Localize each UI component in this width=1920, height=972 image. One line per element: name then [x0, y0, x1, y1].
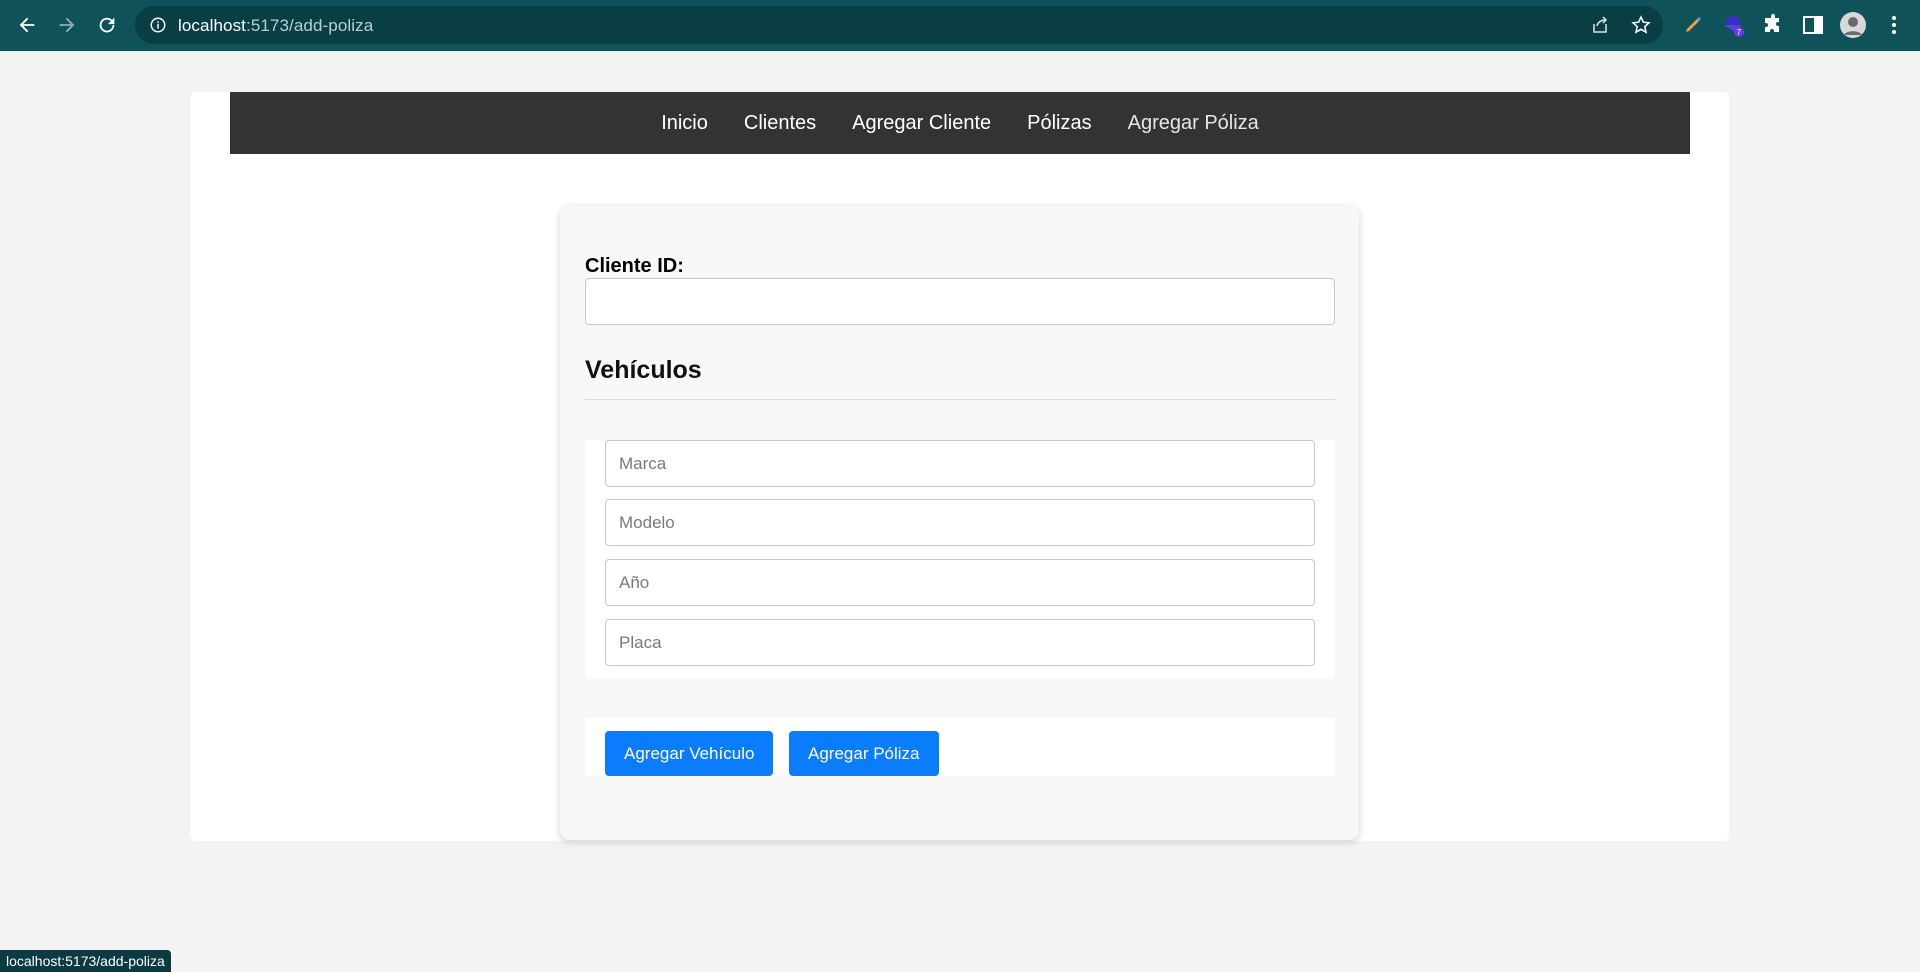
- nav-item-agregar-poliza[interactable]: Agregar Póliza: [1110, 92, 1277, 154]
- main-navbar: Inicio Clientes Agregar Cliente Pólizas …: [230, 92, 1690, 154]
- share-icon[interactable]: [1590, 15, 1610, 35]
- modelo-input[interactable]: [605, 499, 1315, 546]
- form-actions: Agregar Vehículo Agregar Póliza: [585, 718, 1335, 776]
- marca-input[interactable]: [605, 440, 1315, 487]
- pen-extension-icon[interactable]: [1681, 13, 1705, 37]
- cliente-id-input[interactable]: [585, 278, 1335, 325]
- status-bar-url: localhost:5173/add-poliza: [0, 950, 171, 972]
- arrow-right-icon: [59, 17, 75, 33]
- extension-badge-icon[interactable]: 7: [1721, 13, 1745, 37]
- puzzle-icon[interactable]: [1761, 13, 1785, 37]
- url-text[interactable]: localhost:5173/add-poliza: [178, 16, 373, 36]
- cliente-id-label: Cliente ID:: [585, 255, 684, 277]
- placa-input[interactable]: [605, 619, 1315, 666]
- vehicles-heading: Vehículos: [585, 356, 702, 384]
- add-vehicle-button[interactable]: Agregar Vehículo: [605, 731, 774, 776]
- nav-item-agregar-cliente[interactable]: Agregar Cliente: [834, 92, 1009, 154]
- browser-toolbar: localhost:5173/add-poliza 7: [0, 0, 1920, 51]
- reload-icon: [99, 17, 115, 33]
- reload-button[interactable]: [93, 11, 121, 39]
- add-policy-form: Cliente ID: Vehículos Agregar Vehículo A…: [560, 206, 1359, 840]
- avatar[interactable]: [1839, 11, 1867, 39]
- extension-badge-count: 7: [1737, 28, 1742, 37]
- back-button[interactable]: [13, 11, 41, 39]
- vehicle-fields-group: [585, 440, 1335, 678]
- nav-item-clientes[interactable]: Clientes: [726, 92, 834, 154]
- add-policy-button[interactable]: Agregar Póliza: [789, 731, 939, 776]
- section-divider: [585, 399, 1335, 400]
- forward-button[interactable]: [53, 11, 81, 39]
- star-icon[interactable]: [1631, 15, 1651, 35]
- nav-item-polizas[interactable]: Pólizas: [1009, 92, 1109, 154]
- nav-item-inicio[interactable]: Inicio: [643, 92, 726, 154]
- arrow-left-icon: [19, 17, 35, 33]
- info-icon[interactable]: [149, 16, 167, 34]
- more-menu-icon[interactable]: [1882, 13, 1906, 37]
- side-panel-icon[interactable]: [1801, 13, 1825, 37]
- address-bar[interactable]: localhost:5173/add-poliza: [135, 6, 1663, 44]
- anio-input[interactable]: [605, 559, 1315, 606]
